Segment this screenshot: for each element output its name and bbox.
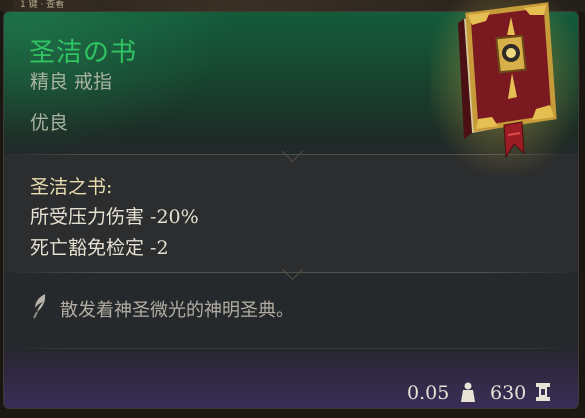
item-name: 圣洁の书 (29, 38, 138, 68)
property-line: 所受压力伤害 -20% (30, 206, 199, 228)
property-title: 圣洁之书: (30, 176, 113, 198)
price-value: 630 (490, 382, 527, 404)
weight-value: 0.05 (407, 382, 450, 404)
divider-footer (4, 348, 578, 349)
holy-book-icon (458, 2, 557, 159)
item-type: 精良 戒指 (30, 71, 113, 93)
gold-coin-icon (536, 383, 550, 401)
weight-icon (461, 382, 475, 402)
background-tab: 1 键 · 查看 (14, 0, 94, 10)
quill-icon (33, 294, 46, 319)
background-bottom (0, 410, 585, 418)
item-description: 散发着神圣微光的神明圣典。 (60, 300, 294, 321)
item-rarity: 优良 (30, 112, 69, 134)
property-line: 死亡豁免检定 -2 (30, 237, 169, 259)
